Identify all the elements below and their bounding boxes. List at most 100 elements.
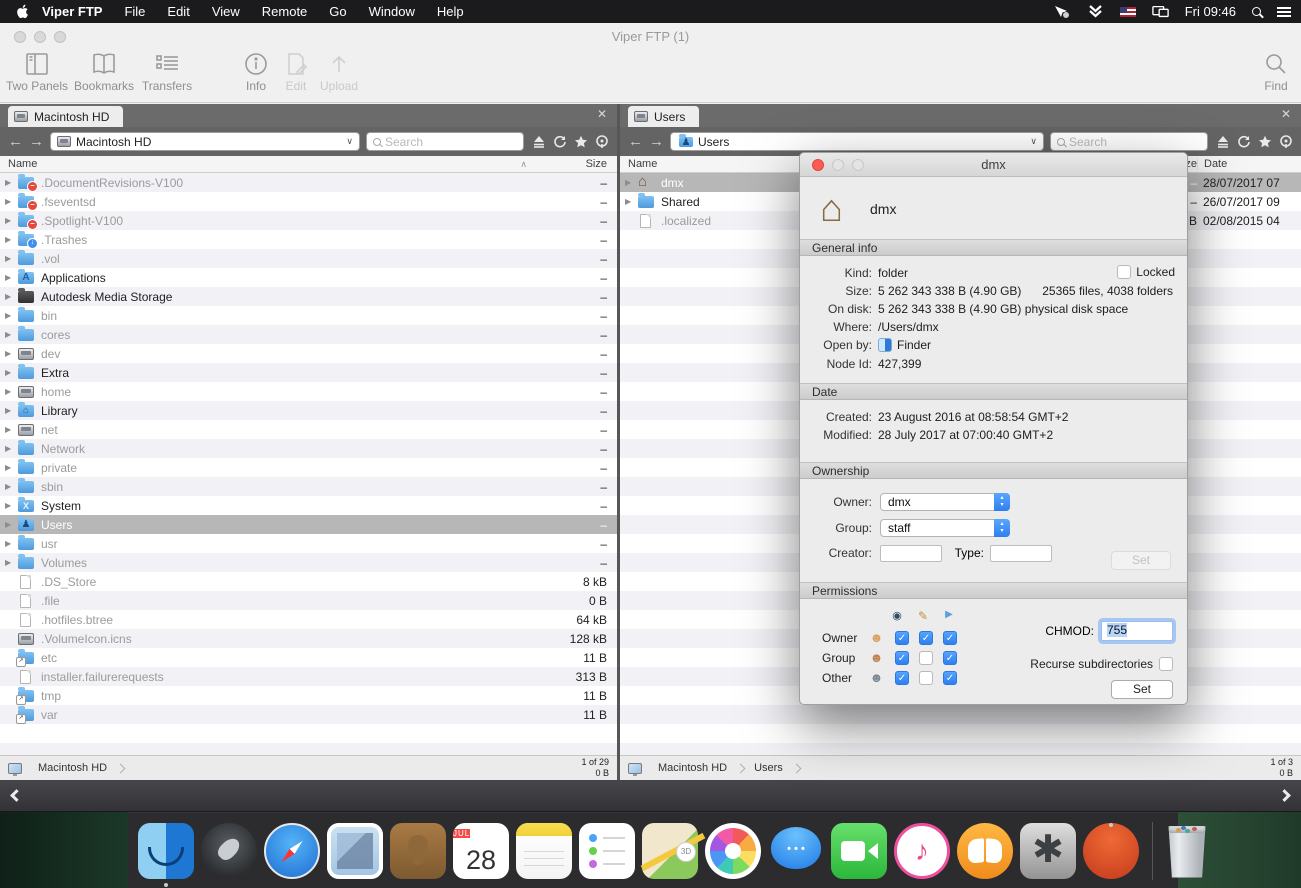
file-row-Autodesk Media Storage[interactable]: ▶Autodesk Media Storage– — [0, 287, 617, 306]
tab-macintosh-hd[interactable]: Macintosh HD — [8, 106, 123, 127]
notification-center-icon[interactable] — [1277, 7, 1291, 17]
close-tab-icon[interactable]: ✕ — [597, 108, 607, 120]
file-row-sbin[interactable]: ▶sbin– — [0, 477, 617, 496]
disclosure-triangle-icon[interactable]: ▶ — [5, 178, 18, 187]
back-arrow-icon[interactable]: ← — [8, 134, 23, 149]
column-size[interactable]: Size — [531, 158, 617, 170]
scroll-left-icon[interactable] — [10, 789, 23, 802]
menu-file[interactable]: File — [124, 4, 145, 19]
file-row-cores[interactable]: ▶cores– — [0, 325, 617, 344]
breadcrumb-item[interactable]: Users — [748, 762, 789, 774]
file-row-installer.failurerequests[interactable]: ▶installer.failurerequests313 B — [0, 667, 617, 686]
file-row-.hotfiles.btree[interactable]: ▶.hotfiles.btree64 kB — [0, 610, 617, 629]
disclosure-triangle-icon[interactable]: ▶ — [5, 235, 18, 244]
upload-queue-icon[interactable] — [532, 135, 546, 149]
file-row-Users[interactable]: ▶Users– — [0, 515, 617, 534]
file-row-Network[interactable]: ▶Network– — [0, 439, 617, 458]
upload-queue-icon[interactable] — [1216, 135, 1230, 149]
disclosure-triangle-icon[interactable]: ▶ — [5, 520, 18, 529]
file-row-Extra[interactable]: ▶Extra– — [0, 363, 617, 382]
favorites-star-icon[interactable] — [574, 135, 588, 149]
file-row-Volumes[interactable]: ▶Volumes– — [0, 553, 617, 572]
disclosure-triangle-icon[interactable]: ▶ — [5, 539, 18, 548]
zoom-button[interactable] — [54, 31, 66, 43]
disclosure-triangle-icon[interactable]: ▶ — [625, 178, 638, 187]
disclosure-triangle-icon[interactable]: ▶ — [5, 311, 18, 320]
dock-trash-icon[interactable] — [1166, 826, 1208, 878]
disclosure-triangle-icon[interactable]: ▶ — [5, 463, 18, 472]
dock-calendar-icon[interactable]: JUL28 — [453, 823, 509, 879]
scroll-right-icon[interactable] — [1278, 789, 1291, 802]
disclosure-triangle-icon[interactable]: ▶ — [5, 425, 18, 434]
displays-icon[interactable] — [1152, 5, 1169, 19]
us-flag-icon[interactable] — [1120, 7, 1136, 17]
dock-notes-icon[interactable] — [516, 823, 572, 879]
dock-messages-icon[interactable] — [768, 823, 824, 879]
file-row-.DS_Store[interactable]: ▶.DS_Store8 kB — [0, 572, 617, 591]
computer-icon[interactable] — [628, 763, 642, 774]
disclosure-triangle-icon[interactable]: ▶ — [5, 197, 18, 206]
permissions-set-button[interactable]: Set — [1111, 680, 1173, 699]
dialog-minimize-button[interactable] — [832, 159, 844, 171]
disclosure-triangle-icon[interactable]: ▶ — [5, 254, 18, 263]
menu-viper-ftp[interactable]: Viper FTP — [42, 4, 102, 19]
dock-launchpad-icon[interactable] — [201, 823, 257, 879]
left-path-dropdown[interactable]: Macintosh HD ∨ — [50, 132, 360, 151]
perm-checkbox-owner-write[interactable] — [919, 631, 933, 645]
disclosure-triangle-icon[interactable]: ▶ — [5, 292, 18, 301]
breadcrumb-item[interactable]: Macintosh HD — [652, 762, 733, 774]
file-row-.Trashes[interactable]: ▶.Trashes– — [0, 230, 617, 249]
perm-checkbox-other-exec[interactable] — [943, 671, 957, 685]
file-row-.DocumentRevisions-V100[interactable]: ▶.DocumentRevisions-V100– — [0, 173, 617, 192]
auto-sync-icon[interactable] — [1279, 135, 1293, 149]
file-row-home[interactable]: ▶home– — [0, 382, 617, 401]
auto-sync-icon[interactable] — [595, 135, 609, 149]
forward-arrow-icon[interactable]: → — [649, 134, 664, 149]
file-row-bin[interactable]: ▶bin– — [0, 306, 617, 325]
right-path-dropdown[interactable]: Users ∨ — [670, 132, 1044, 151]
dock-ibooks-icon[interactable] — [957, 823, 1013, 879]
menu-edit[interactable]: Edit — [167, 4, 189, 19]
creator-field[interactable] — [880, 545, 942, 562]
forward-arrow-icon[interactable]: → — [29, 134, 44, 149]
dock-safari-icon[interactable] — [264, 823, 320, 879]
menu-view[interactable]: View — [212, 4, 240, 19]
refresh-icon[interactable] — [1237, 135, 1251, 149]
close-tab-icon[interactable]: ✕ — [1281, 108, 1291, 120]
pointer-device-icon[interactable] — [1054, 5, 1071, 19]
refresh-icon[interactable] — [553, 135, 567, 149]
transfers-button[interactable]: Transfers — [127, 52, 207, 93]
type-field[interactable] — [990, 545, 1052, 562]
disclosure-triangle-icon[interactable]: ▶ — [5, 501, 18, 510]
locked-checkbox[interactable] — [1117, 265, 1131, 279]
perm-checkbox-group-write[interactable] — [919, 651, 933, 665]
dock-reminders-icon[interactable] — [579, 823, 635, 879]
disclosure-triangle-icon[interactable]: ▶ — [5, 444, 18, 453]
dock-maps-icon[interactable] — [642, 823, 698, 879]
menu-remote[interactable]: Remote — [262, 4, 308, 19]
column-date[interactable]: Date — [1197, 158, 1301, 170]
minimize-button[interactable] — [34, 31, 46, 43]
disclosure-triangle-icon[interactable]: ▶ — [5, 216, 18, 225]
menu-window[interactable]: Window — [369, 4, 415, 19]
dock-facetime-icon[interactable] — [831, 823, 887, 879]
file-row-.Spotlight-V100[interactable]: ▶.Spotlight-V100– — [0, 211, 617, 230]
file-row-System[interactable]: ▶System– — [0, 496, 617, 515]
computer-icon[interactable] — [8, 763, 22, 774]
disclosure-triangle-icon[interactable]: ▶ — [625, 197, 638, 206]
close-button[interactable] — [14, 31, 26, 43]
dock-contacts-icon[interactable] — [390, 823, 446, 879]
upload-button[interactable]: Upload — [299, 52, 379, 93]
file-row-.vol[interactable]: ▶.vol– — [0, 249, 617, 268]
perm-checkbox-group-read[interactable] — [895, 651, 909, 665]
ownership-set-button[interactable]: Set — [1111, 551, 1171, 570]
file-row-net[interactable]: ▶net– — [0, 420, 617, 439]
dialog-close-button[interactable] — [812, 159, 824, 171]
file-row-.file[interactable]: ▶.file0 B — [0, 591, 617, 610]
perm-checkbox-group-exec[interactable] — [943, 651, 957, 665]
perm-checkbox-owner-read[interactable] — [895, 631, 909, 645]
file-row-private[interactable]: ▶private– — [0, 458, 617, 477]
breadcrumb-item[interactable]: Macintosh HD — [32, 762, 113, 774]
disclosure-triangle-icon[interactable]: ▶ — [5, 482, 18, 491]
find-button[interactable]: Find — [1236, 52, 1301, 93]
